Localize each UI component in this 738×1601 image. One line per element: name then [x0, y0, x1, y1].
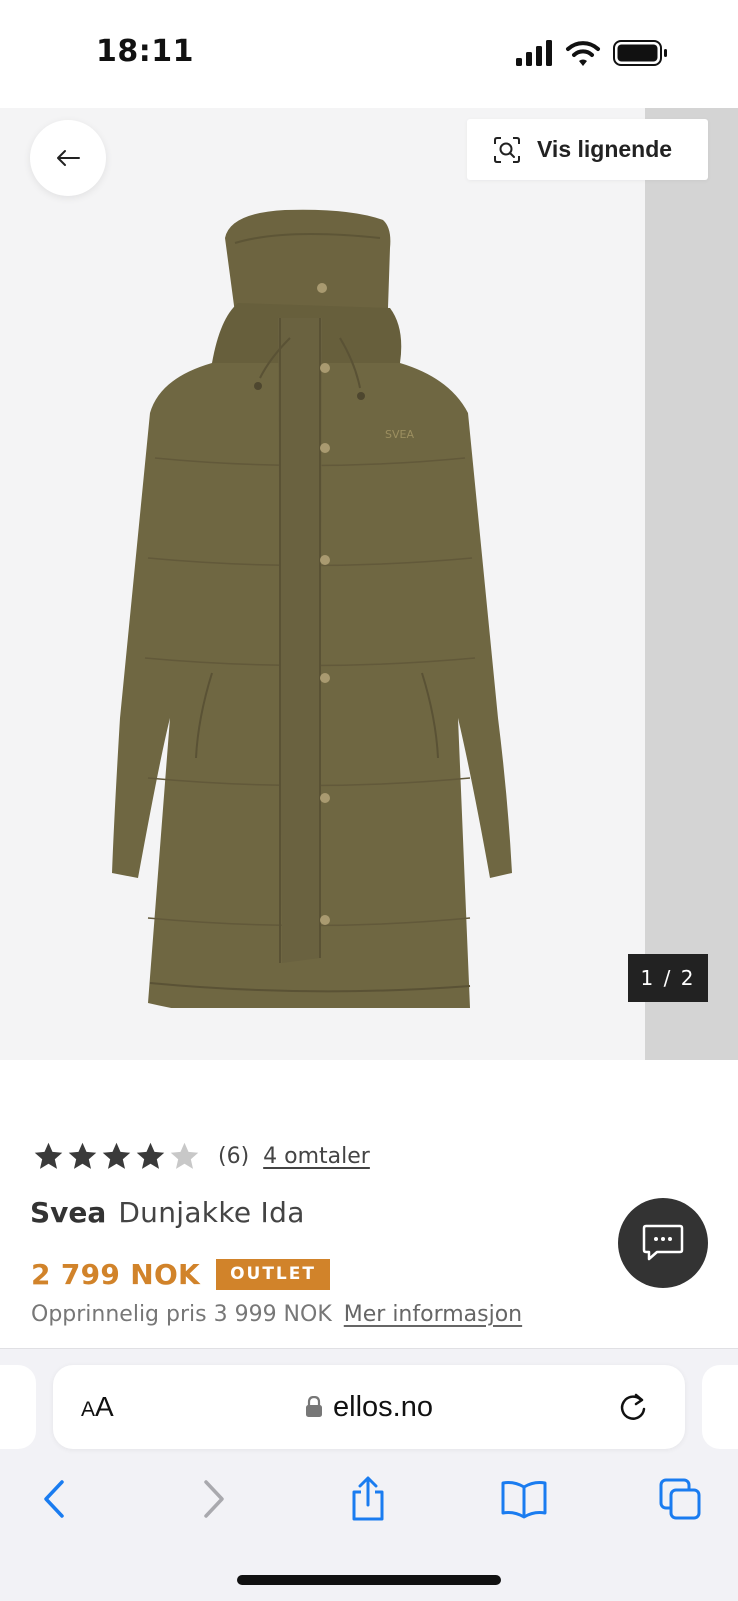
wifi-icon [566, 41, 600, 66]
reload-icon[interactable] [617, 1391, 649, 1423]
original-price: Opprinnelig pris 3 999 NOK [31, 1302, 332, 1327]
arrow-left-icon [57, 150, 80, 166]
tabs-icon [659, 1478, 701, 1520]
next-tab-peek[interactable] [702, 1365, 738, 1449]
back-button[interactable] [30, 120, 106, 196]
outlet-badge: OUTLET [216, 1259, 330, 1290]
rating-row: (6) 4 omtaler [32, 1138, 370, 1174]
share-icon [352, 1476, 384, 1521]
product-image: SVEA [112, 209, 512, 1008]
next-image-peek[interactable] [645, 108, 738, 1060]
previous-tab-peek[interactable] [0, 1365, 36, 1449]
url-display[interactable]: ellos.no [53, 1365, 685, 1449]
forward-icon [204, 1480, 224, 1518]
product-title: Svea Dunjakke Ida [30, 1196, 305, 1229]
browser-back-button[interactable] [24, 1469, 84, 1529]
bookmarks-icon [501, 1481, 547, 1519]
brand-print: SVEA [385, 428, 414, 441]
status-time: 18:11 [96, 34, 194, 69]
review-count: (6) [218, 1143, 250, 1169]
tabs-button[interactable] [650, 1469, 710, 1529]
visual-search-icon [494, 136, 520, 163]
show-similar-label: Vis lignende [537, 136, 673, 162]
star-empty-icon [170, 1142, 199, 1169]
browser-nav [0, 1469, 738, 1529]
url-text: ellos.no [333, 1390, 433, 1423]
chat-bubble-icon [642, 1224, 684, 1261]
price-row: 2 799 NOK OUTLET [31, 1258, 330, 1291]
lock-icon [306, 1396, 323, 1417]
reviews-link[interactable]: 4 omtaler [263, 1144, 370, 1169]
original-price-row: Opprinnelig pris 3 999 NOK Mer informasjo… [31, 1302, 522, 1327]
status-icons [516, 40, 667, 66]
bookmarks-button[interactable] [494, 1469, 554, 1529]
cellular-signal-icon [516, 40, 552, 66]
share-button[interactable] [338, 1469, 398, 1529]
back-icon [44, 1480, 64, 1518]
show-similar-button[interactable]: Vis lignende [467, 119, 708, 180]
status-bar: 18:11 [0, 0, 738, 108]
star-rating [32, 1140, 202, 1173]
home-indicator [237, 1575, 501, 1585]
browser-forward-button[interactable] [184, 1469, 244, 1529]
star-filled-icon [136, 1142, 165, 1169]
star-filled-icon [68, 1142, 97, 1169]
product-gallery[interactable]: SVEA Vis lignende 1 / 2 [0, 108, 738, 1060]
address-bar[interactable]: AA ellos.no [53, 1365, 685, 1449]
browser-toolbar: AA ellos.no [0, 1348, 738, 1601]
chat-button[interactable] [618, 1198, 708, 1288]
product-name: Dunjakke Ida [118, 1196, 305, 1229]
image-counter: 1 / 2 [628, 954, 708, 1002]
battery-icon [613, 40, 667, 66]
star-filled-icon [102, 1142, 131, 1169]
more-info-link[interactable]: Mer informasjon [344, 1302, 522, 1327]
current-price: 2 799 NOK [31, 1258, 201, 1291]
product-brand[interactable]: Svea [30, 1196, 106, 1229]
star-filled-icon [34, 1142, 63, 1169]
